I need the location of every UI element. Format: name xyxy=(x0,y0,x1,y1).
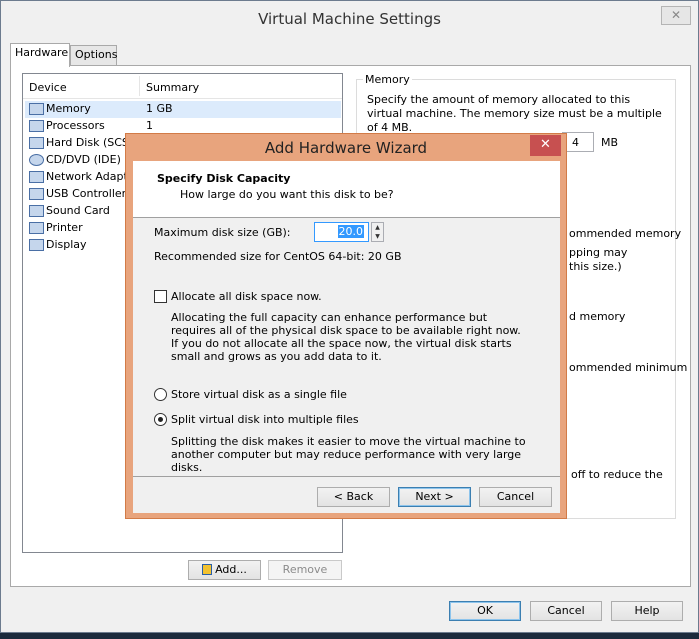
tab-options[interactable]: Options xyxy=(70,45,117,67)
reduce-text: off to reduce the xyxy=(571,468,663,481)
display-icon xyxy=(29,239,44,251)
wizard-heading: Specify Disk Capacity xyxy=(157,172,291,185)
hard-disk-icon xyxy=(29,137,44,149)
next-button[interactable]: Next > xyxy=(398,487,471,507)
recommended-memory-text: ommended memory xyxy=(569,227,682,240)
allocate-all-label[interactable]: Allocate all disk space now. xyxy=(171,290,322,303)
cancel-button[interactable]: Cancel xyxy=(530,601,602,621)
device-name: CD/DVD (IDE) xyxy=(46,153,121,166)
memory-unit-label: MB xyxy=(601,136,619,149)
single-file-radio[interactable] xyxy=(154,388,167,401)
column-header-device[interactable]: Device xyxy=(29,81,67,94)
device-name: USB Controller xyxy=(46,187,127,200)
recommended-size-text: Recommended size for CentOS 64-bit: 20 G… xyxy=(154,250,402,263)
printer-icon xyxy=(29,222,44,234)
device-row-memory[interactable]: Memory 1 GB xyxy=(25,101,341,118)
memory-icon xyxy=(29,103,44,115)
spin-up-icon[interactable]: ▲ xyxy=(372,223,383,232)
allocate-all-checkbox[interactable] xyxy=(154,290,167,303)
sound-card-icon xyxy=(29,205,44,217)
device-name: Memory xyxy=(46,102,91,115)
device-name: Hard Disk (SCSI) xyxy=(46,136,137,149)
device-name: Sound Card xyxy=(46,204,110,217)
device-name: Printer xyxy=(46,221,83,234)
wizard-body: Specify Disk Capacity How large do you w… xyxy=(133,161,560,513)
cd-dvd-icon xyxy=(29,154,44,166)
memory-legend: Memory xyxy=(363,73,412,86)
column-header-summary[interactable]: Summary xyxy=(146,81,199,94)
split-files-radio[interactable] xyxy=(154,413,167,426)
device-name: Display xyxy=(46,238,87,251)
wizard-header: Specify Disk Capacity How large do you w… xyxy=(133,161,560,218)
close-icon[interactable]: ✕ xyxy=(530,135,561,156)
remove-button[interactable]: Remove xyxy=(268,560,342,580)
help-button[interactable]: Help xyxy=(611,601,683,621)
usb-icon xyxy=(29,188,44,200)
column-divider[interactable] xyxy=(139,76,140,96)
ok-button[interactable]: OK xyxy=(449,601,521,621)
disk-size-spinner[interactable]: ▲ ▼ xyxy=(371,222,384,242)
device-summary: 1 GB xyxy=(146,102,173,115)
title-bar[interactable]: Virtual Machine Settings ✕ xyxy=(1,1,698,39)
max-disk-size-input[interactable]: 20.0 xyxy=(314,222,369,242)
processor-icon xyxy=(29,120,44,132)
guest-memory-text: d memory xyxy=(569,310,626,323)
device-list-header: Device Summary xyxy=(23,74,342,99)
max-disk-size-value: 20.0 xyxy=(337,225,364,238)
device-name: Processors xyxy=(46,119,105,132)
recommended-minimum-text: ommended minimum xyxy=(569,361,688,374)
spin-down-icon[interactable]: ▼ xyxy=(372,232,383,241)
split-description: Splitting the disk makes it easier to mo… xyxy=(171,435,526,474)
shield-icon xyxy=(202,564,213,575)
swapping-text: pping may xyxy=(569,246,628,259)
size-note-text: this size.) xyxy=(569,260,622,273)
add-button-label: Add... xyxy=(215,563,247,576)
add-hardware-wizard: Add Hardware Wizard ✕ Specify Disk Capac… xyxy=(125,133,567,519)
max-disk-size-label: Maximum disk size (GB): xyxy=(154,226,291,239)
single-file-label[interactable]: Store virtual disk as a single file xyxy=(171,388,347,401)
add-button[interactable]: Add... xyxy=(188,560,261,580)
tab-hardware[interactable]: Hardware xyxy=(10,43,70,67)
wizard-subheading: How large do you want this disk to be? xyxy=(180,188,394,201)
wizard-separator xyxy=(133,476,560,477)
close-icon[interactable]: ✕ xyxy=(661,6,691,25)
memory-description: Specify the amount of memory allocated t… xyxy=(367,93,662,134)
split-files-label[interactable]: Split virtual disk into multiple files xyxy=(171,413,359,426)
wizard-title: Add Hardware Wizard xyxy=(264,139,428,157)
wizard-cancel-button[interactable]: Cancel xyxy=(479,487,552,507)
back-button[interactable]: < Back xyxy=(317,487,390,507)
allocate-description: Allocating the full capacity can enhance… xyxy=(171,311,521,363)
device-summary: 1 xyxy=(146,119,153,132)
window-title: Virtual Machine Settings xyxy=(258,10,441,28)
network-adapter-icon xyxy=(29,171,44,183)
